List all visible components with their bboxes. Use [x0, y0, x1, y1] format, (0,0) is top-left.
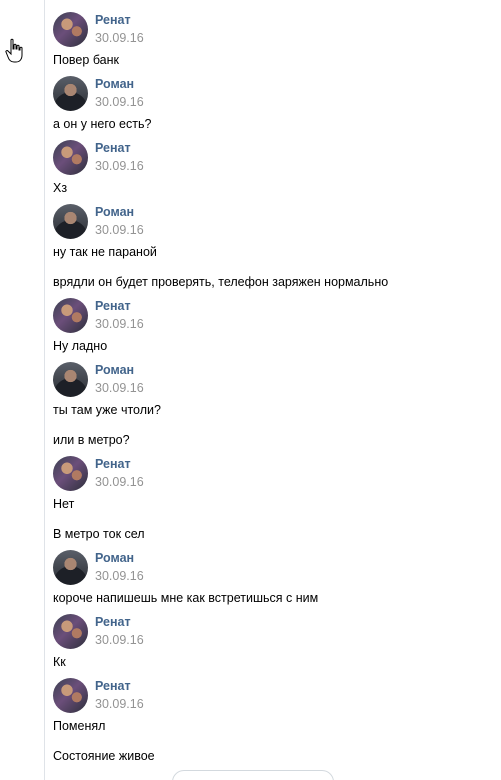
message-item: Ренат 30.09.16 Ну ладно — [53, 298, 493, 354]
message-item: Роман 30.09.16 ну так не параной врядли он … — [53, 204, 493, 290]
message-item: Ренат 30.09.16 Хз — [53, 140, 493, 196]
message-text: Хз — [53, 181, 68, 195]
author-name-link[interactable]: Роман — [95, 363, 134, 377]
message-item: Роман 30.09.16 ты там уже чтоли? или в метр… — [53, 362, 493, 448]
message-date: 30.09.16 — [95, 95, 144, 109]
message-text: Состояние живое — [53, 749, 155, 763]
message-item: Ренат 30.09.16 Нет В метро ток сел — [53, 456, 493, 542]
avatar[interactable] — [53, 614, 88, 649]
message-item: Ренат 30.09.16 Повер банк — [53, 12, 493, 68]
message-text: врядли он будет проверять, телефон заряж… — [53, 275, 389, 289]
author-name-link[interactable]: Ренат — [95, 299, 131, 313]
message-header: Ренат 30.09.16 — [53, 456, 493, 491]
author-name-link[interactable]: Роман — [95, 77, 134, 91]
message-text: Поменял — [53, 719, 106, 733]
message-header: Ренат 30.09.16 — [53, 678, 493, 713]
message-header: Роман 30.09.16 — [53, 362, 493, 397]
message-item: Ренат 30.09.16 Поменял Состояние живое — [53, 678, 493, 764]
avatar[interactable] — [53, 456, 88, 491]
avatar[interactable] — [53, 140, 88, 175]
message-text: В метро ток сел — [53, 527, 145, 541]
avatar[interactable] — [53, 362, 88, 397]
message-text: Повер банк — [53, 53, 120, 67]
message-header: Ренат 30.09.16 — [53, 12, 493, 47]
author-name-link[interactable]: Ренат — [95, 679, 131, 693]
avatar[interactable] — [53, 550, 88, 585]
message-item: Роман 30.09.16 короче напишешь мне как вст… — [53, 550, 493, 606]
author-name-link[interactable]: Ренат — [95, 13, 131, 27]
message-header: Ренат 30.09.16 — [53, 140, 493, 175]
message-date: 30.09.16 — [95, 697, 144, 711]
avatar[interactable] — [53, 678, 88, 713]
message-composer[interactable] — [172, 770, 334, 780]
message-item: Роман 30.09.16 а он у него есть? — [53, 76, 493, 132]
avatar[interactable] — [53, 204, 88, 239]
author-name-link[interactable]: Ренат — [95, 141, 131, 155]
hand-cursor-icon — [5, 38, 23, 63]
message-date: 30.09.16 — [95, 569, 144, 583]
message-text: или в метро? — [53, 433, 130, 447]
chat-window: Ренат 30.09.16 Повер банк Роман 30.09.16 а он… — [0, 0, 501, 780]
message-text: а он у него есть? — [53, 117, 152, 131]
message-text: ну так не параной — [53, 245, 157, 259]
message-header: Ренат 30.09.16 — [53, 298, 493, 333]
message-date: 30.09.16 — [95, 381, 144, 395]
message-text: Ну ладно — [53, 339, 108, 353]
author-name-link[interactable]: Ренат — [95, 615, 131, 629]
message-header: Роман 30.09.16 — [53, 204, 493, 239]
avatar[interactable] — [53, 298, 88, 333]
message-date: 30.09.16 — [95, 223, 144, 237]
message-date: 30.09.16 — [95, 317, 144, 331]
author-name-link[interactable]: Роман — [95, 551, 134, 565]
author-name-link[interactable]: Роман — [95, 205, 134, 219]
message-date: 30.09.16 — [95, 159, 144, 173]
message-text: Кк — [53, 655, 66, 669]
message-text: короче напишешь мне как встретишься с ни… — [53, 591, 319, 605]
avatar[interactable] — [53, 12, 88, 47]
author-name-link[interactable]: Ренат — [95, 457, 131, 471]
message-date: 30.09.16 — [95, 633, 144, 647]
message-header: Ренат 30.09.16 — [53, 614, 493, 649]
message-date: 30.09.16 — [95, 475, 144, 489]
message-item: Ренат 30.09.16 Кк — [53, 614, 493, 670]
avatar[interactable] — [53, 76, 88, 111]
sidebar-divider — [44, 0, 45, 780]
message-date: 30.09.16 — [95, 31, 144, 45]
left-gutter — [0, 0, 44, 780]
message-text: Нет — [53, 497, 75, 511]
message-header: Роман 30.09.16 — [53, 76, 493, 111]
message-text: ты там уже чтоли? — [53, 403, 161, 417]
message-header: Роман 30.09.16 — [53, 550, 493, 585]
message-feed: Ренат 30.09.16 Повер банк Роман 30.09.16 а он… — [53, 12, 493, 772]
